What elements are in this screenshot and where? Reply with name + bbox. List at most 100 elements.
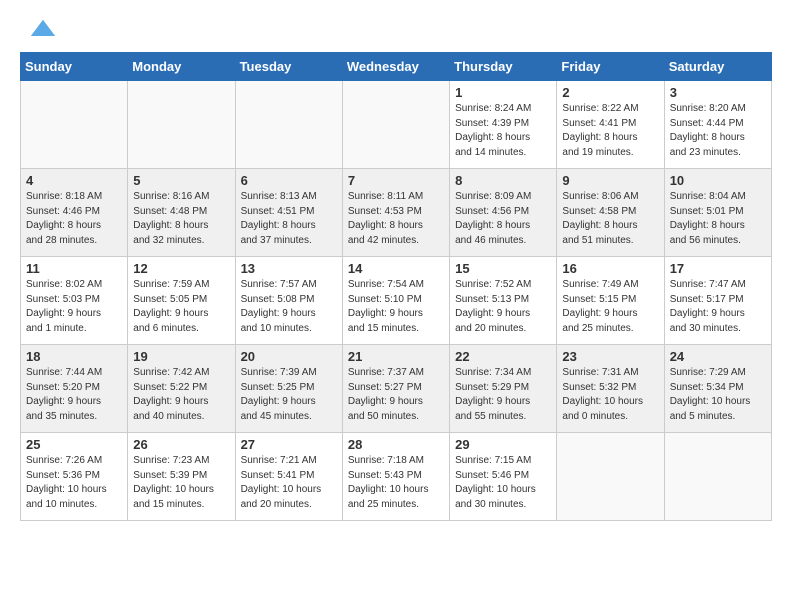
day-info: Sunrise: 7:42 AM Sunset: 5:22 PM Dayligh… [133,366,229,424]
day-info: Sunrise: 8:13 AM Sunset: 4:51 PM Dayligh… [241,190,337,248]
calendar-header-sunday: Sunday [21,53,128,81]
calendar-cell: 17 Sunrise: 7:47 AM Sunset: 5:17 PM Dayli… [664,257,771,345]
calendar-header-wednesday: Wednesday [342,53,449,81]
day-number: 20 [241,349,337,364]
day-number: 6 [241,173,337,188]
day-info: Sunrise: 7:37 AM Sunset: 5:27 PM Dayligh… [348,366,444,424]
day-info: Sunrise: 7:21 AM Sunset: 5:41 PM Dayligh… [241,454,337,512]
calendar-week-1: 1 Sunrise: 8:24 AM Sunset: 4:39 PM Daylig… [21,81,772,169]
calendar-week-5: 25Sunrise: 7:26 AM Sunset: 5:36 PM Dayli… [21,433,772,521]
day-info: Sunrise: 7:23 AM Sunset: 5:39 PM Dayligh… [133,454,229,512]
calendar-cell: 15Sunrise: 7:52 AM Sunset: 5:13 PM Dayli… [450,257,557,345]
day-number: 27 [241,437,337,452]
day-number: 16 [562,261,658,276]
calendar-cell [128,81,235,169]
day-number: 23 [562,349,658,364]
calendar-header-thursday: Thursday [450,53,557,81]
day-info: Sunrise: 7:34 AM Sunset: 5:29 PM Dayligh… [455,366,551,424]
day-info: Sunrise: 8:16 AM Sunset: 4:48 PM Dayligh… [133,190,229,248]
day-number: 26 [133,437,229,452]
calendar-cell: 28Sunrise: 7:18 AM Sunset: 5:43 PM Dayli… [342,433,449,521]
day-info: Sunrise: 8:09 AM Sunset: 4:56 PM Dayligh… [455,190,551,248]
calendar-week-2: 4 Sunrise: 8:18 AM Sunset: 4:46 PM Daylig… [21,169,772,257]
day-info: Sunrise: 8:18 AM Sunset: 4:46 PM Dayligh… [26,190,122,248]
calendar-cell [664,433,771,521]
day-number: 10 [670,173,766,188]
day-info: Sunrise: 8:02 AM Sunset: 5:03 PM Dayligh… [26,278,122,336]
day-number: 17 [670,261,766,276]
day-number: 25 [26,437,122,452]
calendar-header-monday: Monday [128,53,235,81]
calendar-cell: 23Sunrise: 7:31 AM Sunset: 5:32 PM Dayli… [557,345,664,433]
calendar-cell: 29 Sunrise: 7:15 AM Sunset: 5:46 PM Dayli… [450,433,557,521]
day-info: Sunrise: 7:39 AM Sunset: 5:25 PM Dayligh… [241,366,337,424]
day-info: Sunrise: 7:54 AM Sunset: 5:10 PM Dayligh… [348,278,444,336]
day-info: Sunrise: 8:06 AM Sunset: 4:58 PM Dayligh… [562,190,658,248]
day-number: 2 [562,85,658,100]
calendar-cell: 2Sunrise: 8:22 AM Sunset: 4:41 PM Daylig… [557,81,664,169]
day-info: Sunrise: 7:59 AM Sunset: 5:05 PM Dayligh… [133,278,229,336]
day-number: 14 [348,261,444,276]
calendar-cell: 13Sunrise: 7:57 AM Sunset: 5:08 PM Dayli… [235,257,342,345]
day-number: 8 [455,173,551,188]
calendar-cell: 21 Sunrise: 7:37 AM Sunset: 5:27 PM Dayli… [342,345,449,433]
day-number: 15 [455,261,551,276]
day-number: 24 [670,349,766,364]
calendar-cell [21,81,128,169]
day-info: Sunrise: 8:11 AM Sunset: 4:53 PM Dayligh… [348,190,444,248]
calendar-cell: 9 Sunrise: 8:06 AM Sunset: 4:58 PM Daylig… [557,169,664,257]
calendar-cell: 16 Sunrise: 7:49 AM Sunset: 5:15 PM Dayli… [557,257,664,345]
logo-icon [23,12,55,44]
day-number: 5 [133,173,229,188]
calendar-cell [557,433,664,521]
day-info: Sunrise: 7:29 AM Sunset: 5:34 PM Dayligh… [670,366,766,424]
calendar-cell: 3 Sunrise: 8:20 AM Sunset: 4:44 PM Daylig… [664,81,771,169]
calendar-cell: 6 Sunrise: 8:13 AM Sunset: 4:51 PM Daylig… [235,169,342,257]
day-number: 18 [26,349,122,364]
day-number: 7 [348,173,444,188]
day-number: 1 [455,85,551,100]
day-info: Sunrise: 7:49 AM Sunset: 5:15 PM Dayligh… [562,278,658,336]
day-info: Sunrise: 7:18 AM Sunset: 5:43 PM Dayligh… [348,454,444,512]
day-number: 22 [455,349,551,364]
calendar-cell: 10Sunrise: 8:04 AM Sunset: 5:01 PM Dayli… [664,169,771,257]
calendar-cell: 19 Sunrise: 7:42 AM Sunset: 5:22 PM Dayli… [128,345,235,433]
day-number: 9 [562,173,658,188]
calendar-cell: 26 Sunrise: 7:23 AM Sunset: 5:39 PM Dayli… [128,433,235,521]
calendar-cell [235,81,342,169]
day-info: Sunrise: 7:44 AM Sunset: 5:20 PM Dayligh… [26,366,122,424]
day-number: 3 [670,85,766,100]
day-number: 19 [133,349,229,364]
calendar-cell [342,81,449,169]
calendar-cell: 14 Sunrise: 7:54 AM Sunset: 5:10 PM Dayli… [342,257,449,345]
day-number: 11 [26,261,122,276]
calendar-cell: 7 Sunrise: 8:11 AM Sunset: 4:53 PM Daylig… [342,169,449,257]
calendar-cell: 25Sunrise: 7:26 AM Sunset: 5:36 PM Dayli… [21,433,128,521]
day-number: 4 [26,173,122,188]
day-info: Sunrise: 7:47 AM Sunset: 5:17 PM Dayligh… [670,278,766,336]
calendar-cell: 4 Sunrise: 8:18 AM Sunset: 4:46 PM Daylig… [21,169,128,257]
day-info: Sunrise: 8:24 AM Sunset: 4:39 PM Dayligh… [455,102,551,160]
calendar-table: SundayMondayTuesdayWednesdayThursdayFrid… [20,52,772,521]
day-number: 13 [241,261,337,276]
calendar-cell: 1 Sunrise: 8:24 AM Sunset: 4:39 PM Daylig… [450,81,557,169]
day-info: Sunrise: 8:20 AM Sunset: 4:44 PM Dayligh… [670,102,766,160]
day-number: 29 [455,437,551,452]
logo [20,16,55,44]
calendar-cell: 18 Sunrise: 7:44 AM Sunset: 5:20 PM Dayli… [21,345,128,433]
calendar-week-4: 18 Sunrise: 7:44 AM Sunset: 5:20 PM Dayli… [21,345,772,433]
page: SundayMondayTuesdayWednesdayThursdayFrid… [0,0,792,537]
calendar-cell: 5 Sunrise: 8:16 AM Sunset: 4:48 PM Daylig… [128,169,235,257]
calendar-cell: 12Sunrise: 7:59 AM Sunset: 5:05 PM Dayli… [128,257,235,345]
day-info: Sunrise: 7:15 AM Sunset: 5:46 PM Dayligh… [455,454,551,512]
calendar-cell: 8 Sunrise: 8:09 AM Sunset: 4:56 PM Daylig… [450,169,557,257]
calendar-header-row: SundayMondayTuesdayWednesdayThursdayFrid… [21,53,772,81]
calendar-header-friday: Friday [557,53,664,81]
calendar-header-tuesday: Tuesday [235,53,342,81]
header [20,16,772,44]
calendar-week-3: 11 Sunrise: 8:02 AM Sunset: 5:03 PM Dayli… [21,257,772,345]
calendar-header-saturday: Saturday [664,53,771,81]
calendar-cell: 22 Sunrise: 7:34 AM Sunset: 5:29 PM Dayli… [450,345,557,433]
day-number: 21 [348,349,444,364]
calendar-cell: 27 Sunrise: 7:21 AM Sunset: 5:41 PM Dayli… [235,433,342,521]
